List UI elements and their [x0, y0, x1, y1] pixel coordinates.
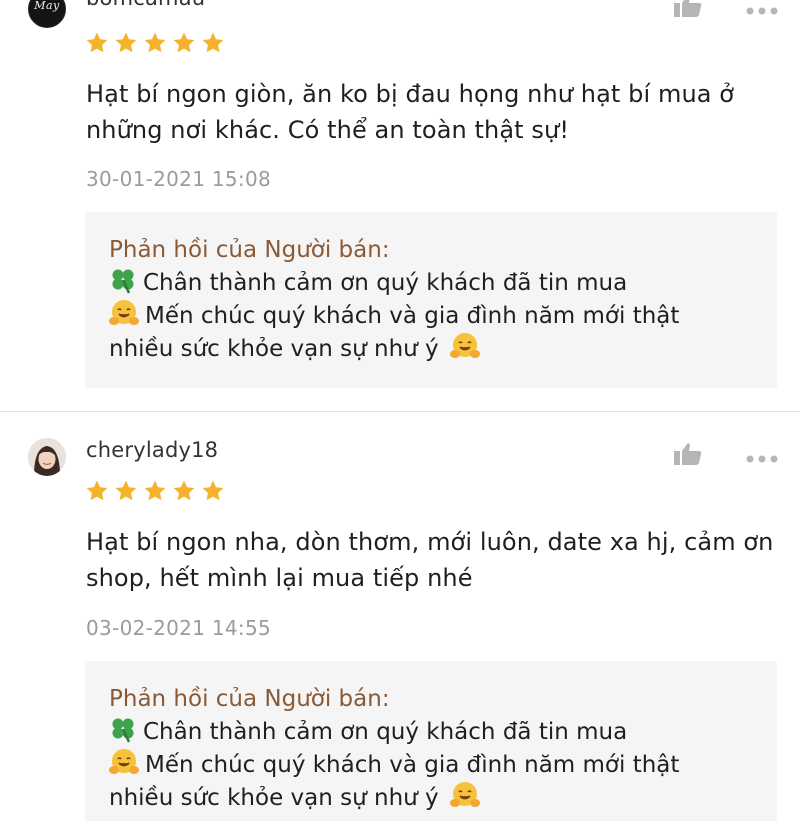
seller-reply-text: nhiều sức khỏe vạn sự như ý	[109, 336, 439, 362]
seller-reply-text: nhiều sức khỏe vạn sự như ý	[109, 785, 439, 811]
user-photo-icon	[28, 438, 66, 476]
seller-reply-title: Phản hồi của Người bán:	[109, 237, 390, 263]
seller-reply-box: Phản hồi của Người bán: Chân thành cảm ơ…	[85, 212, 777, 388]
review-comment: Hạt bí ngon nha, dòn thơm, mới luôn, dat…	[86, 528, 774, 592]
review-comment: Hạt bí ngon giòn, ăn ko bị đau họng như …	[86, 80, 735, 144]
star-icon	[115, 480, 137, 501]
seller-reply-text: Mến chúc quý khách và gia đình năm mới t…	[145, 752, 680, 778]
four-leaf-clover-emoji	[112, 718, 134, 743]
seller-reply-line: nhiều sức khỏe vạn sự như ý	[109, 781, 753, 814]
star-icon	[86, 32, 108, 53]
more-options-icon	[746, 7, 778, 15]
hugging-face-emoji	[449, 782, 480, 807]
star-icon	[173, 480, 195, 501]
thumbs-up-icon	[674, 443, 702, 465]
more-options-button[interactable]	[746, 449, 778, 463]
review-actions	[672, 442, 782, 466]
star-icon	[144, 32, 166, 53]
seller-reply-text: Chân thành cảm ơn quý khách đã tin mua	[143, 270, 628, 296]
star-icon	[115, 32, 137, 53]
thumbs-up-icon	[674, 0, 702, 17]
seller-reply-title: Phản hồi của Người bán:	[109, 686, 390, 712]
more-options-button[interactable]	[746, 1, 778, 15]
reviewer-username[interactable]: bomcamau	[86, 0, 205, 10]
seller-reply-line: nhiều sức khỏe vạn sự như ý	[109, 332, 753, 365]
like-button[interactable]	[672, 0, 704, 18]
review-item: May bomcamau Hạt bí ngon giòn, ăn ko bị …	[0, 0, 800, 410]
more-options-icon	[746, 455, 778, 463]
seller-reply-text: Mến chúc quý khách và gia đình năm mới t…	[145, 303, 680, 329]
review-date: 30-01-2021 15:08	[86, 167, 272, 191]
reviewer-username[interactable]: cherylady18	[86, 438, 218, 462]
hugging-face-emoji	[449, 333, 480, 358]
star-icon	[202, 32, 224, 53]
star-icon	[144, 480, 166, 501]
avatar[interactable]: May	[28, 0, 66, 28]
hugging-face-emoji	[109, 749, 139, 774]
review-actions	[672, 0, 782, 18]
hugging-face-emoji	[109, 300, 139, 325]
four-leaf-clover-emoji	[112, 269, 134, 294]
like-button[interactable]	[672, 442, 704, 466]
avatar[interactable]	[28, 438, 66, 476]
review-item: cherylady18 Hạt bí ngon nha, dòn thơm, m…	[0, 412, 800, 821]
seller-reply-line: Mến chúc quý khách và gia đình năm mới t…	[109, 299, 753, 332]
seller-reply-text: Chân thành cảm ơn quý khách đã tin mua	[143, 719, 628, 745]
seller-reply-line: Chân thành cảm ơn quý khách đã tin mua	[109, 715, 753, 748]
seller-reply-line: Chân thành cảm ơn quý khách đã tin mua	[109, 266, 753, 299]
star-icon	[86, 480, 108, 501]
star-icon	[173, 32, 195, 53]
review-date: 03-02-2021 14:55	[86, 616, 272, 640]
star-icon	[202, 480, 224, 501]
avatar-logo-text: May	[34, 0, 60, 12]
seller-reply-line: Mến chúc quý khách và gia đình năm mới t…	[109, 748, 753, 781]
seller-reply-box: Phản hồi của Người bán: Chân thành cảm ơ…	[85, 661, 777, 821]
